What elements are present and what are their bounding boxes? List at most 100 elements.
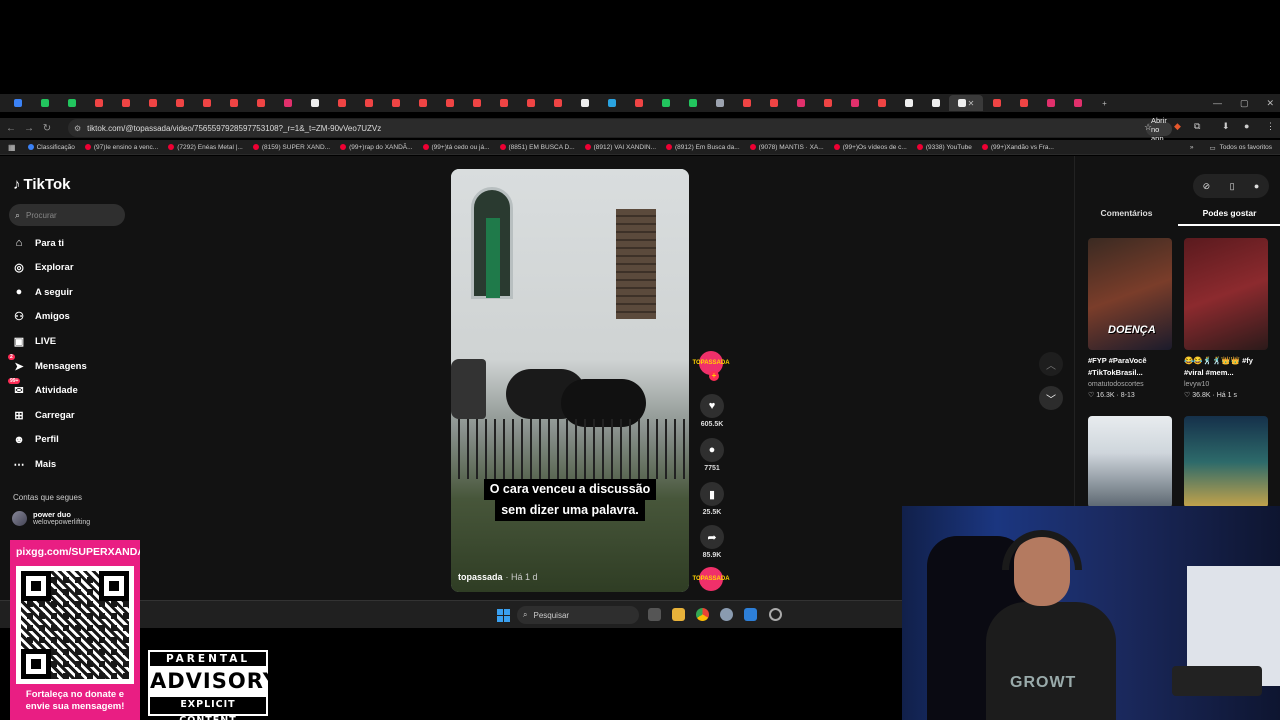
windows-start-icon[interactable] — [497, 609, 510, 622]
browser-tab[interactable] — [139, 95, 166, 111]
recommended-video-thumb[interactable] — [1184, 238, 1268, 350]
bookmark-item[interactable]: Classificação — [27, 144, 75, 151]
browser-tab[interactable] — [220, 95, 247, 111]
minimize-icon[interactable]: — — [1213, 98, 1222, 108]
bookmark-item[interactable]: (9078) MANTIS · XA... — [749, 144, 824, 151]
bookmark-item[interactable]: (99+)Xandão vs Fra... — [981, 144, 1054, 151]
app-icon[interactable] — [744, 608, 757, 621]
maximize-icon[interactable]: ▢ — [1240, 98, 1249, 109]
browser-tab[interactable] — [571, 95, 598, 111]
recommended-video-thumb[interactable] — [1088, 416, 1172, 508]
browser-tab[interactable] — [355, 95, 382, 111]
extensions-puzzle-icon[interactable]: ⧉ — [1194, 121, 1200, 132]
task-view-icon[interactable] — [648, 608, 661, 621]
bookmark-item[interactable]: (97)Ie ensino a venc... — [84, 144, 158, 151]
sidebar-item-mais[interactable]: ⋯ Mais — [12, 455, 57, 473]
browser-tab[interactable] — [301, 95, 328, 111]
menu-kebab-icon[interactable]: ⋮ — [1266, 121, 1275, 132]
previous-video-button[interactable]: ︿ — [1039, 352, 1063, 376]
browser-tab[interactable] — [193, 95, 220, 111]
profile-avatar-icon[interactable]: ● — [1244, 121, 1249, 131]
reload-icon[interactable]: ↻ — [38, 123, 56, 134]
chrome-icon[interactable] — [696, 608, 709, 621]
browser-tab[interactable] — [733, 95, 760, 111]
following-account[interactable]: power duo welovepowerlifting — [12, 510, 90, 526]
browser-tab[interactable] — [274, 95, 301, 111]
video-title[interactable]: #FYP #ParaVocê #TikTokBrasil... — [1088, 355, 1178, 379]
bookmark-item[interactable]: (99+)Os vídeos de c... — [833, 144, 907, 151]
follow-plus-icon[interactable]: + — [709, 371, 719, 381]
taskbar-search[interactable]: ⌕ Pesquisar — [517, 606, 639, 624]
close-tab-icon[interactable]: ✕ — [968, 99, 975, 108]
browser-tab[interactable] — [922, 95, 949, 111]
sidebar-item-atividade[interactable]: ✉ 99+ Atividade — [8, 378, 78, 400]
browser-tab[interactable] — [436, 95, 463, 111]
video-title[interactable]: 😂😂🕺🕺👑👑 #fy #viral #mem... — [1184, 355, 1274, 379]
browser-tab[interactable] — [490, 95, 517, 111]
comment-button[interactable]: ● 7751 — [697, 438, 727, 472]
browser-tab[interactable] — [787, 95, 814, 111]
tiktok-logo[interactable]: ♪ TikTok — [13, 176, 70, 193]
sidebar-item-carregar[interactable]: ⊞ Carregar — [12, 406, 74, 424]
recommended-video-thumb[interactable]: DOENÇA — [1088, 238, 1172, 350]
browser-tab[interactable] — [1010, 95, 1037, 111]
search-input[interactable]: ⌕ Procurar — [9, 204, 125, 226]
share-button[interactable]: ➦ 85.9K — [697, 525, 727, 559]
bookmark-item[interactable]: (8912) VAI XANDIN... — [584, 144, 656, 151]
forward-icon[interactable]: → — [20, 123, 38, 134]
browser-tab[interactable] — [463, 95, 490, 111]
browser-tab[interactable]: ✕ — [949, 95, 983, 111]
star-icon[interactable]: ☆ — [1144, 122, 1152, 133]
browser-tab[interactable] — [625, 95, 652, 111]
new-tab-button[interactable]: + — [1091, 95, 1118, 111]
browser-tab[interactable] — [85, 95, 112, 111]
bookmark-item[interactable]: (99+)tá cedo ou já... — [422, 144, 490, 151]
browser-tab[interactable] — [679, 95, 706, 111]
sound-disc-icon[interactable]: TOPASSADA — [692, 567, 730, 591]
browser-tab[interactable] — [706, 95, 733, 111]
close-window-icon[interactable]: ✕ — [1266, 98, 1274, 109]
extension-icon[interactable]: ◆ — [1174, 121, 1181, 132]
bookmark-item[interactable]: (8851) EM BUSCA D... — [499, 144, 575, 151]
browser-tab[interactable] — [814, 95, 841, 111]
browser-tab[interactable] — [409, 95, 436, 111]
browser-tab[interactable] — [598, 95, 625, 111]
browser-tab[interactable] — [841, 95, 868, 111]
browser-tab[interactable] — [382, 95, 409, 111]
sidebar-item-explorar[interactable]: ◎ Explorar — [12, 259, 73, 277]
bookmark-item[interactable]: (8912) Em Busca da... — [666, 144, 740, 151]
all-favorites-button[interactable]: » ▭ Todos os favoritos — [1190, 140, 1272, 155]
browser-tab[interactable] — [517, 95, 544, 111]
sidebar-item-amigos[interactable]: ⚇ Amigos — [12, 308, 70, 326]
browser-tab[interactable] — [112, 95, 139, 111]
browser-tab[interactable] — [328, 95, 355, 111]
site-info-icon[interactable]: ⚙ — [74, 124, 81, 133]
bookmark-item[interactable]: (99+)rap do XANDÃ... — [340, 144, 413, 151]
tab-you-may-like[interactable]: Podes gostar — [1178, 202, 1280, 226]
browser-tab[interactable] — [895, 95, 922, 111]
browser-tab[interactable] — [247, 95, 274, 111]
recommended-video-thumb[interactable] — [1184, 416, 1268, 508]
obs-icon[interactable] — [769, 608, 782, 621]
sidebar-item-perfil[interactable]: ☻ Perfil — [12, 431, 59, 449]
settings-gear-icon[interactable] — [720, 608, 733, 621]
browser-tab[interactable] — [1064, 95, 1091, 111]
phone-icon[interactable]: ▯ — [1230, 181, 1235, 192]
sidebar-item-a-seguir[interactable]: ● A seguir — [12, 283, 73, 301]
back-icon[interactable]: ← — [2, 123, 20, 134]
browser-tab[interactable] — [868, 95, 895, 111]
video-author[interactable]: topassada · Há 1 d — [458, 572, 538, 582]
browser-tab[interactable] — [760, 95, 787, 111]
like-button[interactable]: ♥ 605.5K — [697, 394, 727, 428]
browser-tab[interactable] — [983, 95, 1010, 111]
sidebar-item-mensagens[interactable]: ➤ 2 Mensagens — [8, 353, 87, 375]
apps-grid-icon[interactable]: ▦ — [8, 143, 16, 152]
tab-comments[interactable]: Comentários — [1075, 202, 1178, 226]
bookmark-item[interactable]: (8159) SUPER XAND... — [252, 144, 330, 151]
browser-tab[interactable] — [1037, 95, 1064, 111]
compass-icon[interactable]: ⊘ — [1203, 181, 1211, 192]
next-video-button[interactable]: ﹀ — [1039, 386, 1063, 410]
sidebar-item-live[interactable]: ▣ LIVE — [12, 332, 56, 350]
video-user[interactable]: omatutodoscortes — [1088, 379, 1178, 390]
user-avatar[interactable]: ● — [1254, 181, 1259, 191]
